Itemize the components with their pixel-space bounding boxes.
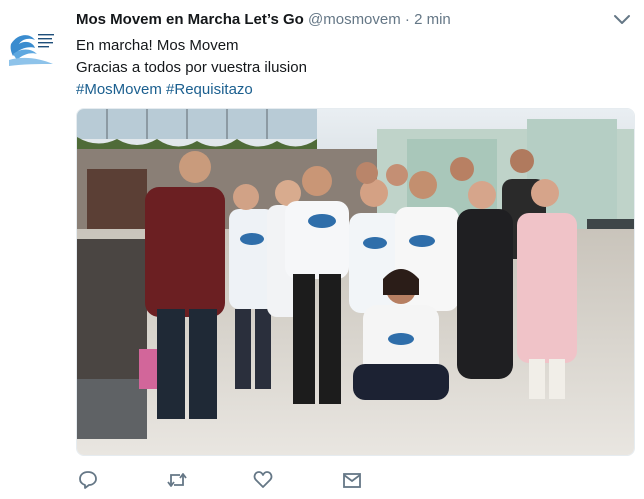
tweet-text-line: Gracias a todos por vuestra ilusion — [76, 59, 307, 76]
tweet-text-line: En marcha! Mos Movem — [76, 37, 239, 54]
display-name[interactable]: Mos Movem en Marcha Let’s Go — [76, 11, 304, 28]
user-handle[interactable]: @mosmovem — [308, 11, 401, 28]
separator: · — [404, 11, 410, 28]
wave-logo-icon — [9, 34, 54, 66]
tweet-header: Mos Movem en Marcha Let’s Go @mosmovem ·… — [76, 10, 451, 30]
hashtag-link[interactable]: #Requisitazo — [166, 81, 253, 98]
action-bar — [76, 470, 476, 494]
hashtag-link[interactable]: #MosMovem — [76, 81, 162, 98]
hashtags: #MosMovem #Requisitazo — [76, 79, 307, 101]
timestamp[interactable]: 2 min — [414, 11, 451, 28]
tweet: Mos Movem en Marcha Let’s Go @mosmovem ·… — [0, 0, 644, 499]
tweet-text: En marcha! Mos Movem Gracias a todos por… — [76, 35, 307, 101]
retweet-icon[interactable] — [166, 470, 190, 494]
like-icon[interactable] — [253, 470, 277, 494]
message-icon[interactable] — [342, 470, 366, 494]
chevron-down-icon[interactable] — [613, 13, 631, 27]
reply-icon[interactable] — [78, 470, 102, 494]
group-photo — [77, 109, 634, 455]
tweet-photo[interactable] — [76, 108, 635, 456]
avatar[interactable] — [9, 30, 59, 68]
